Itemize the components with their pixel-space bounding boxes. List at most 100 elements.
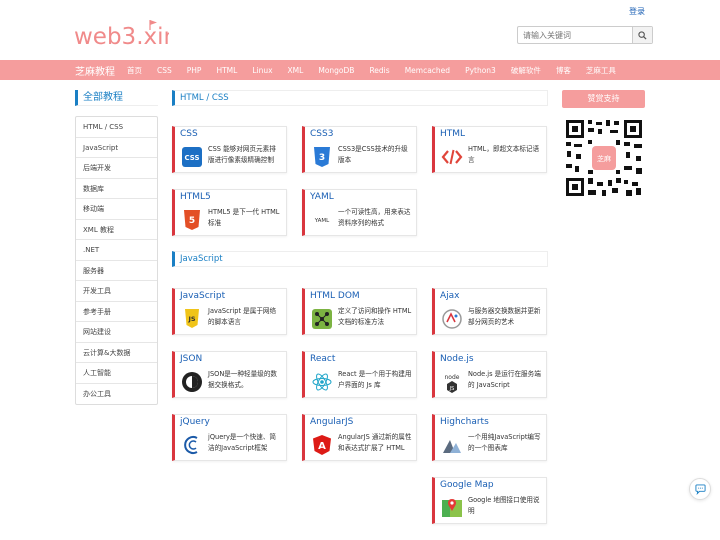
tutorial-card-yaml[interactable]: YAML YAML 一个可读性高，用来表达资料序列的格式 <box>302 189 417 236</box>
svg-text:YAML: YAML <box>314 218 330 224</box>
html5-icon: 5 <box>184 210 200 230</box>
nav-item-python3[interactable]: Python3 <box>465 66 496 75</box>
card-title: HTML5 <box>180 192 211 202</box>
nodejs-icon: node JS <box>445 374 460 393</box>
tutorial-card-highcharts[interactable]: Highcharts 一个用纯JavaScript编写的一个图表库 <box>432 414 547 461</box>
donate-button[interactable]: 赞赏支持 <box>562 90 645 108</box>
sidebar-item-xml[interactable]: XML 教程 <box>76 220 157 240</box>
tutorial-card-ajax[interactable]: Ajax 与服务器交换数据并更新部分网页的艺术 <box>432 288 547 335</box>
yaml-icon: YAML <box>314 218 330 224</box>
card-description: HTML5 是下一代 HTML 标准 <box>208 208 280 227</box>
svg-text:JS: JS <box>449 386 455 392</box>
jquery-icon <box>184 436 198 454</box>
sidebar-item-ai[interactable]: 人工智能 <box>76 363 157 384</box>
sidebar-item-office[interactable]: 办公工具 <box>76 384 157 405</box>
nav-item-memcached[interactable]: Memcached <box>405 66 450 75</box>
search-icon <box>638 30 647 40</box>
site-logo[interactable]: web3.xin <box>74 18 169 50</box>
tutorial-card-nodejs[interactable]: Node.js node JS Node.js 是运行在服务端的 JavaScri… <box>432 351 547 398</box>
nav-item-linux[interactable]: Linux <box>252 66 272 75</box>
card-title: jQuery <box>180 417 210 427</box>
sidebar-item-dotnet[interactable]: .NET <box>76 240 157 261</box>
card-description: 定义了访问和操作 HTML 文档的标准方法 <box>338 307 412 326</box>
nav-item-css[interactable]: CSS <box>157 66 172 75</box>
card-description: JSON是一种轻量级的数据交换格式。 <box>208 370 278 389</box>
nav-item-blog[interactable]: 博客 <box>556 65 571 76</box>
sidebar-item-dev-tools[interactable]: 开发工具 <box>76 281 157 302</box>
nav-item-tools[interactable]: 芝麻工具 <box>586 65 616 76</box>
sidebar-item-javascript[interactable]: JavaScript <box>76 138 157 158</box>
sidebar-title: 全部教程 <box>75 90 158 106</box>
chat-bubble-icon <box>694 483 706 495</box>
card-title: JSON <box>180 354 203 364</box>
nav-brand[interactable]: 芝麻教程 <box>75 63 115 78</box>
react-icon <box>312 373 332 391</box>
tutorial-card-json[interactable]: JSON JSON是一种轻量级的数据交换格式。 <box>172 351 287 398</box>
card-description: 一个用纯JavaScript编写的一个图表库 <box>468 433 541 452</box>
search-input[interactable] <box>518 27 632 43</box>
sidebar-item-cloud[interactable]: 云计算&大数据 <box>76 343 157 363</box>
card-title: YAML <box>310 192 334 202</box>
sidebar-item-mobile[interactable]: 移动端 <box>76 199 157 220</box>
nav-item-cracked-software[interactable]: 破解软件 <box>511 65 541 76</box>
tutorial-card-html-dom[interactable]: HTML DOM 定义了访问和操作 HTML 文档的标准方法 <box>302 288 417 335</box>
card-title: CSS3 <box>310 129 334 139</box>
section-title-javascript: JavaScript <box>172 251 548 267</box>
sidebar-item-backend[interactable]: 后端开发 <box>76 158 157 179</box>
ajax-icon <box>442 309 462 329</box>
tutorial-card-angularjs[interactable]: AngularJS A AngularJS 通过新的属性和表达式扩展了 HTML <box>302 414 417 461</box>
tutorial-card-javascript[interactable]: JavaScript JS JavaScript 是属于网络的脚本语言 <box>172 288 287 335</box>
card-title: JavaScript <box>180 291 226 301</box>
svg-text:芝麻: 芝麻 <box>597 154 611 163</box>
sidebar-item-html-css[interactable]: HTML / CSS <box>76 117 157 138</box>
svg-text:web3.xin: web3.xin <box>74 24 169 50</box>
svg-text:5: 5 <box>189 216 195 226</box>
card-description: CSS3是CSS技术的升级版本 <box>338 145 408 164</box>
search-button[interactable] <box>632 27 652 43</box>
card-description: HTML，即超文本标记语言 <box>468 145 540 164</box>
search-box <box>517 26 653 44</box>
qr-code-icon: 芝麻 <box>564 118 644 198</box>
tutorial-card-css3[interactable]: CSS3 3 CSS3是CSS技术的升级版本 <box>302 126 417 173</box>
chat-button[interactable] <box>689 478 711 500</box>
sidebar-item-reference[interactable]: 参考手册 <box>76 302 157 322</box>
google-map-icon <box>442 499 462 517</box>
nav-item-html[interactable]: HTML <box>216 66 237 75</box>
sidebar-item-website[interactable]: 网站建设 <box>76 322 157 343</box>
card-title: HTML <box>440 129 466 139</box>
card-title: Google Map <box>440 480 494 490</box>
svg-text:node: node <box>445 374 460 381</box>
tutorial-card-css[interactable]: CSS CSS CSS 能够对网页元素排版进行像素级精确控制 <box>172 126 287 173</box>
tutorial-card-jquery[interactable]: jQuery jQuery是一个快速、简洁的JavaScript框架 <box>172 414 287 461</box>
svg-text:A: A <box>318 441 326 452</box>
card-description: Google 地图接口使用说明 <box>468 496 540 515</box>
tutorial-card-html[interactable]: HTML HTML，即超文本标记语言 <box>432 126 547 173</box>
tutorial-card-google-map[interactable]: Google Map Google 地图接口使用说明 <box>432 477 547 524</box>
card-title: Node.js <box>440 354 474 364</box>
svg-text:3: 3 <box>319 153 325 163</box>
nav-item-mongodb[interactable]: MongoDB <box>318 66 354 75</box>
card-description: Node.js 是运行在服务端的 JavaScript <box>468 370 541 389</box>
tutorial-card-html5[interactable]: HTML5 5 HTML5 是下一代 HTML 标准 <box>172 189 287 236</box>
card-title: React <box>310 354 336 364</box>
card-title: Ajax <box>440 291 460 301</box>
css3-shield-icon: 3 <box>314 147 330 167</box>
card-description: jQuery是一个快速、简洁的JavaScript框架 <box>208 433 277 452</box>
main-nav: 芝麻教程 首页 CSS PHP HTML Linux XML MongoDB R… <box>0 60 720 80</box>
tutorial-card-react[interactable]: React React 是一个用于构建用户界面的 Js 库 <box>302 351 417 398</box>
nav-item-home[interactable]: 首页 <box>127 65 142 76</box>
card-description: 一个可读性高，用来表达资料序列的格式 <box>338 208 411 227</box>
card-description: AngularJS 通过新的属性和表达式扩展了 HTML <box>338 433 412 452</box>
json-icon <box>182 372 202 392</box>
login-link[interactable]: 登录 <box>629 6 645 17</box>
card-description: CSS 能够对网页元素排版进行像素级精确控制 <box>208 145 276 164</box>
nav-item-redis[interactable]: Redis <box>369 66 389 75</box>
dom-tree-icon <box>312 309 332 329</box>
sidebar-item-server[interactable]: 服务器 <box>76 261 157 281</box>
sidebar-item-database[interactable]: 数据库 <box>76 179 157 199</box>
svg-text:JS: JS <box>187 315 195 323</box>
nav-item-php[interactable]: PHP <box>187 66 202 75</box>
angular-icon: A <box>313 435 331 455</box>
nav-item-xml[interactable]: XML <box>288 66 304 75</box>
highcharts-icon <box>443 440 461 453</box>
